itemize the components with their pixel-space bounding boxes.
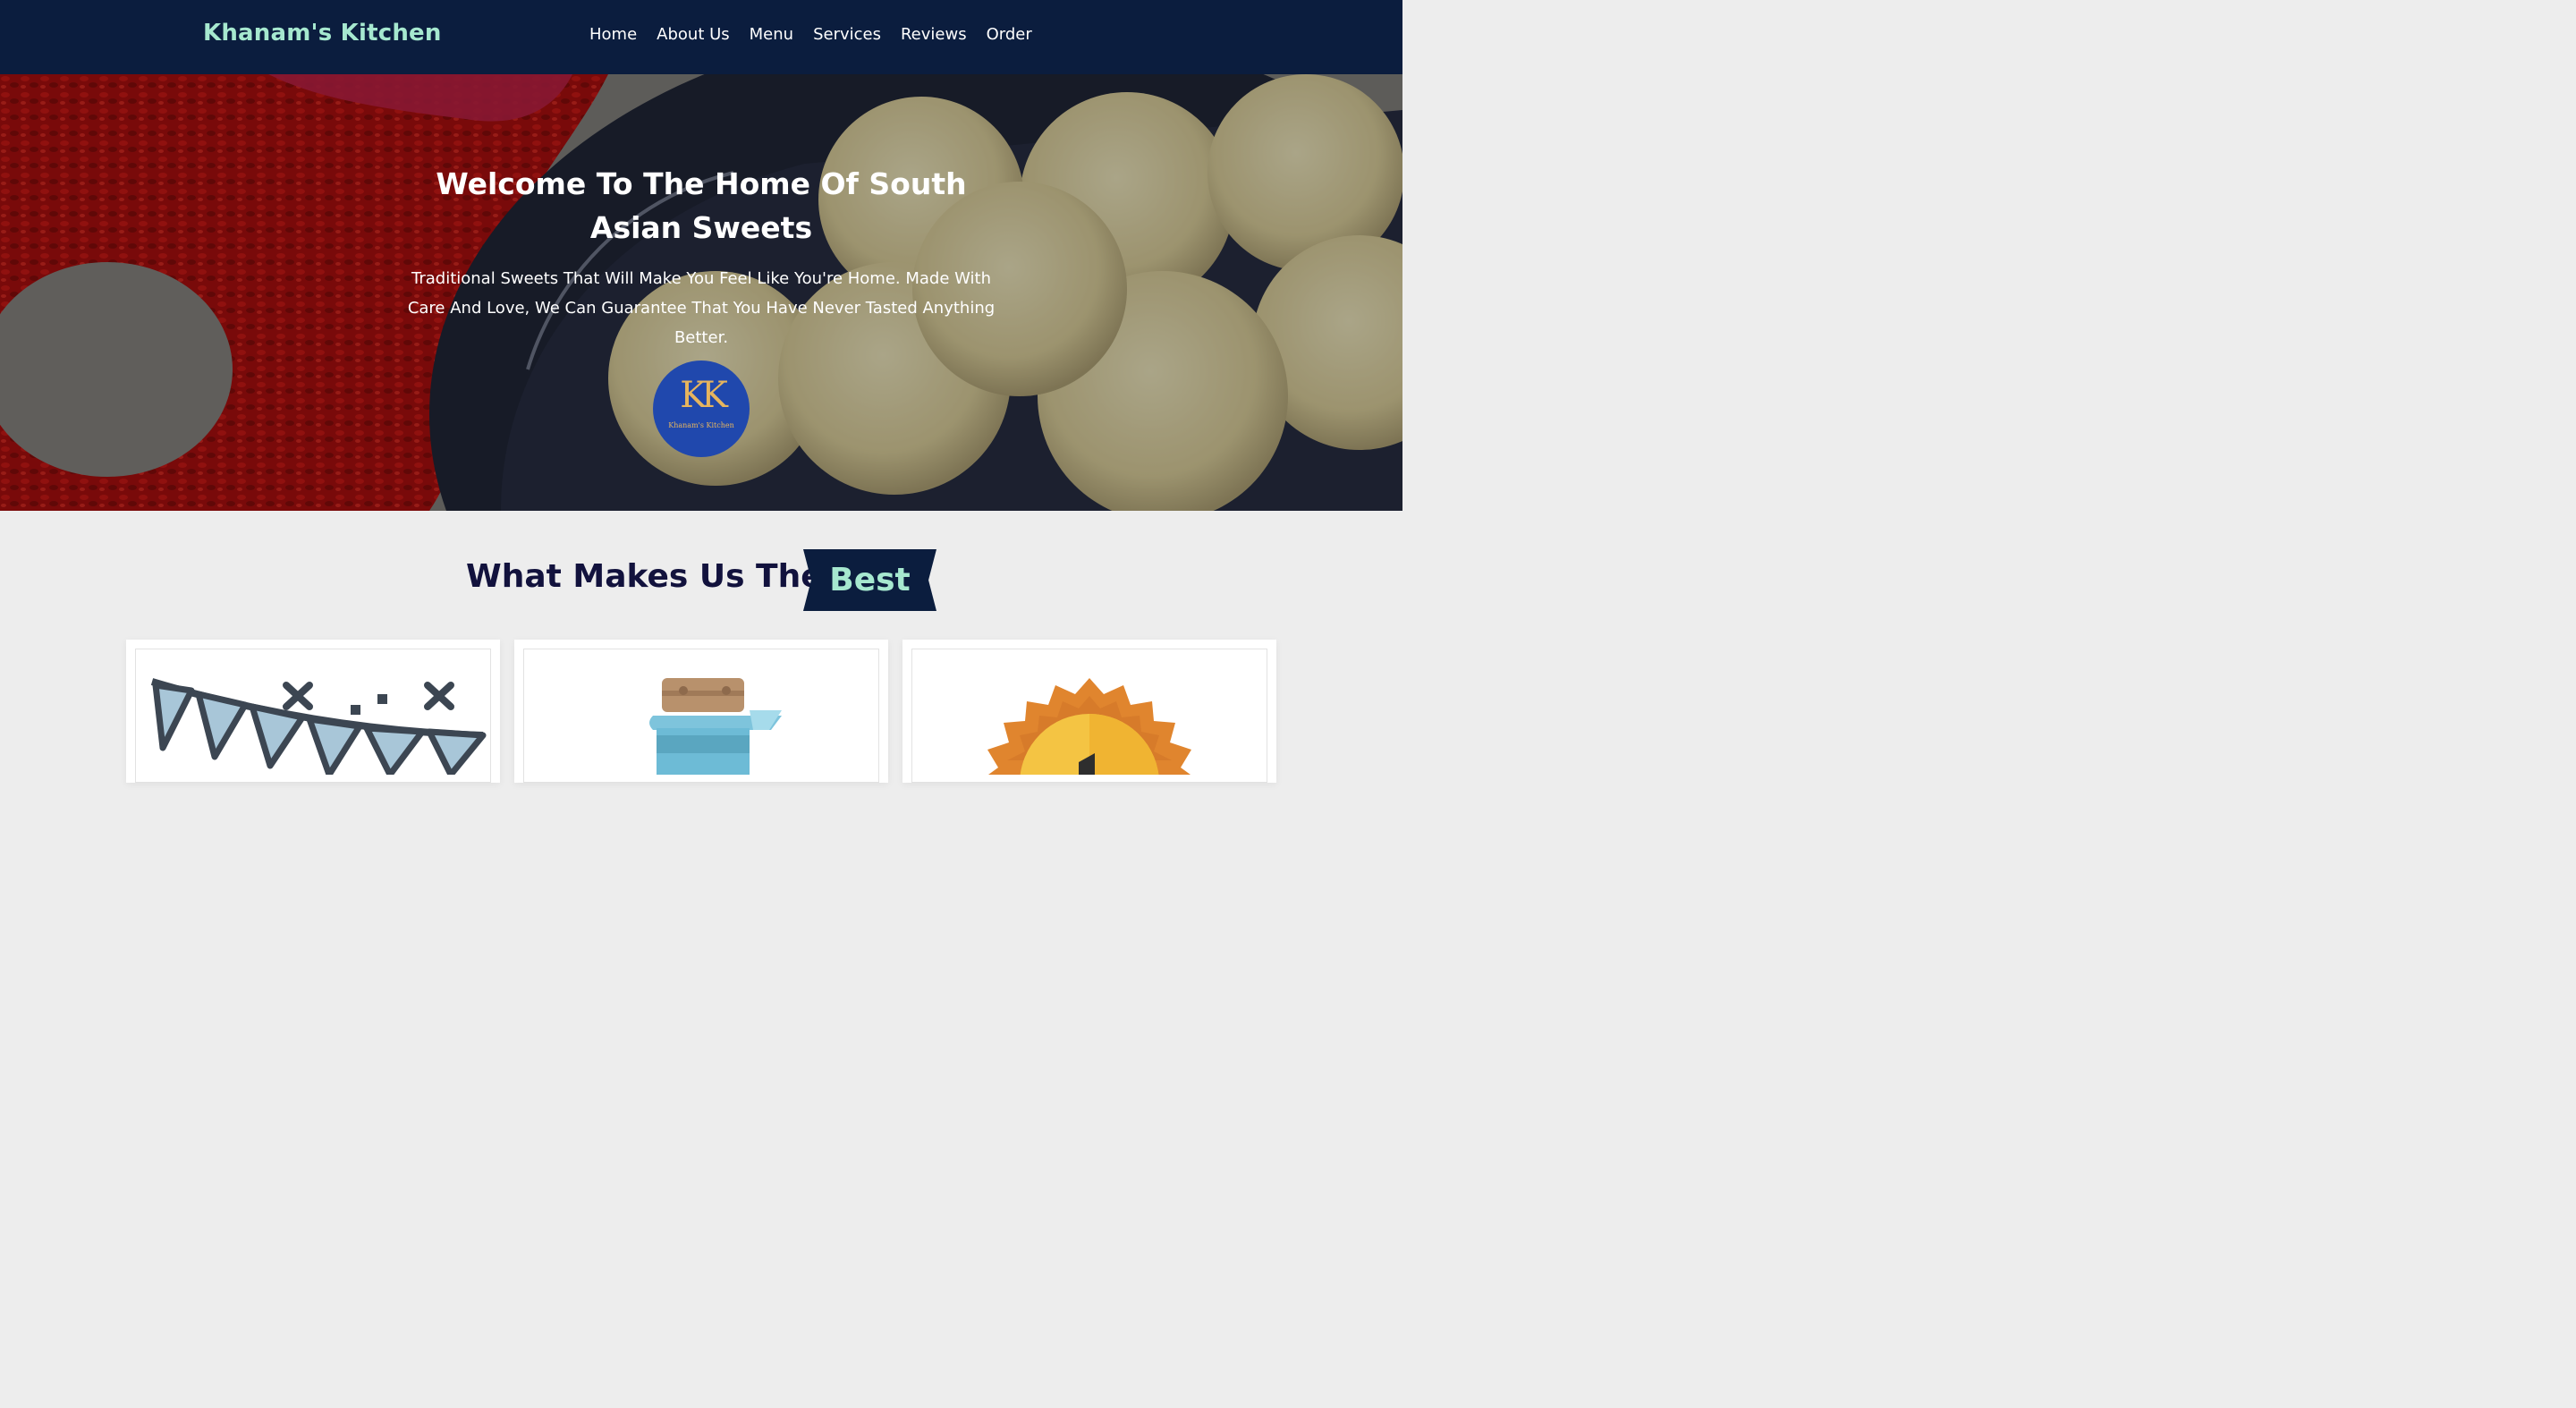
main-nav: Home About Us Menu Services Reviews Orde… xyxy=(589,25,1032,44)
nav-item-services[interactable]: Services xyxy=(813,25,881,44)
nav-item-menu[interactable]: Menu xyxy=(750,25,793,44)
logo-monogram: KK xyxy=(680,375,728,416)
nav-item-about-us[interactable]: About Us xyxy=(657,25,730,44)
hero-banner: Welcome To The Home Of South Asian Sweet… xyxy=(0,74,1402,511)
section-title-highlight: Best xyxy=(829,562,911,598)
section-title-badge: Best xyxy=(803,549,936,611)
logo-caption: Khanam's Kitchen xyxy=(668,421,734,429)
hero-subtitle: Traditional Sweets That Will Make You Fe… xyxy=(407,269,996,347)
party-bunting-icon xyxy=(150,678,487,775)
nav-item-home[interactable]: Home xyxy=(589,25,637,44)
brand-logo-text[interactable]: Khanam's Kitchen xyxy=(203,20,442,47)
nav-item-order[interactable]: Order xyxy=(987,25,1032,44)
feature-card-3[interactable] xyxy=(902,640,1276,783)
jar-icon xyxy=(649,678,782,775)
award-medal-icon xyxy=(987,678,1191,775)
card-frame xyxy=(135,649,491,783)
section-heading: What Makes Us The Best xyxy=(0,547,1402,612)
card-frame xyxy=(911,649,1267,783)
hero-title: Welcome To The Home Of South Asian Sweet… xyxy=(436,166,967,245)
hero-content: Welcome To The Home Of South Asian Sweet… xyxy=(402,162,1001,352)
card-frame xyxy=(523,649,879,783)
feature-card-2[interactable] xyxy=(514,640,888,783)
section-title-main: What Makes Us The xyxy=(466,558,823,595)
nav-item-reviews[interactable]: Reviews xyxy=(901,25,967,44)
feature-card-1[interactable] xyxy=(126,640,500,783)
khanams-kitchen-logo[interactable]: KK Khanam's Kitchen xyxy=(653,360,750,457)
navbar: Khanam's Kitchen Home About Us Menu Serv… xyxy=(0,0,1402,74)
